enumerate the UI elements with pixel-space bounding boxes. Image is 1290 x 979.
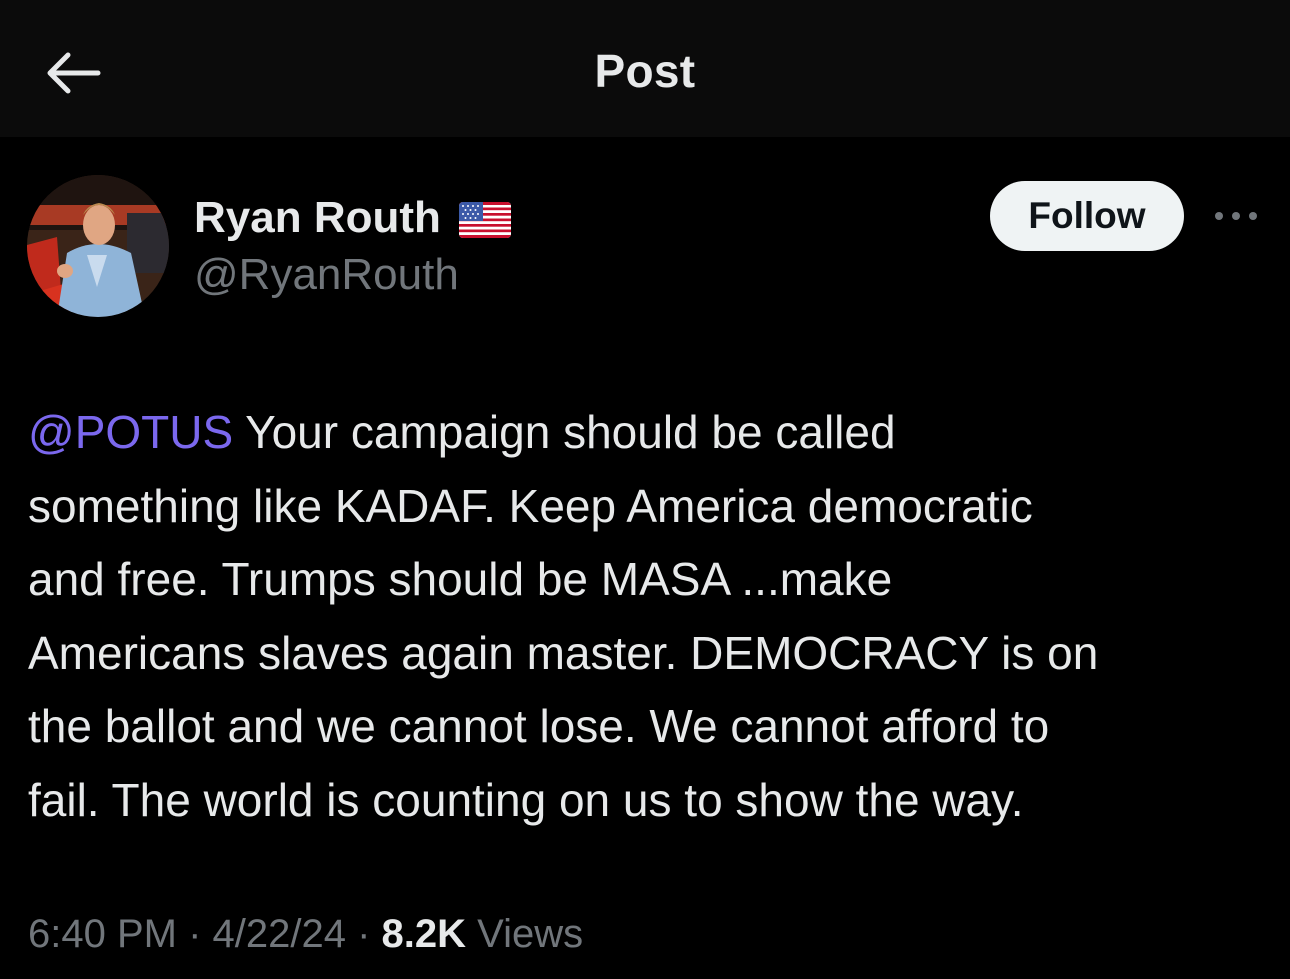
post-line-text: Your campaign should be called	[233, 406, 896, 458]
views-label: Views	[466, 912, 584, 956]
post-metadata: 6:40 PM · 4/22/24 · 8.2K Views	[28, 912, 583, 957]
post-date[interactable]: 4/22/24	[213, 912, 346, 956]
post-line: Americans slaves again master. DEMOCRACY…	[28, 626, 1099, 679]
post-line: and free. Trumps should be MASA ...make	[28, 553, 893, 605]
top-bar: Post	[0, 0, 1290, 137]
us-flag-icon	[458, 202, 511, 238]
follow-button[interactable]: Follow	[990, 181, 1184, 251]
avatar[interactable]	[27, 175, 169, 317]
meta-separator: ·	[176, 912, 213, 956]
meta-separator: ·	[345, 912, 382, 956]
post-line: something like KADAF. Keep America democ…	[28, 479, 1033, 532]
post-time[interactable]: 6:40 PM	[28, 912, 177, 956]
more-options-button[interactable]	[1208, 196, 1264, 236]
post-line: the ballot and we cannot lose. We cannot…	[28, 700, 1050, 752]
author-handle[interactable]: @RyanRouth	[194, 250, 459, 300]
post-line: @POTUS Your campaign should be called	[28, 396, 1268, 470]
post-text: @POTUS Your campaign should be called so…	[28, 396, 1268, 837]
page-title: Post	[594, 45, 696, 97]
author-display-name[interactable]: Ryan Routh	[194, 193, 441, 243]
post-line: fail. The world is counting on us to sho…	[28, 773, 1024, 826]
more-horizontal-icon	[1215, 212, 1257, 220]
mention-link[interactable]: @POTUS	[28, 406, 233, 458]
author-name-row: Ryan Routh	[194, 190, 511, 246]
views-count[interactable]: 8.2K	[382, 912, 467, 956]
